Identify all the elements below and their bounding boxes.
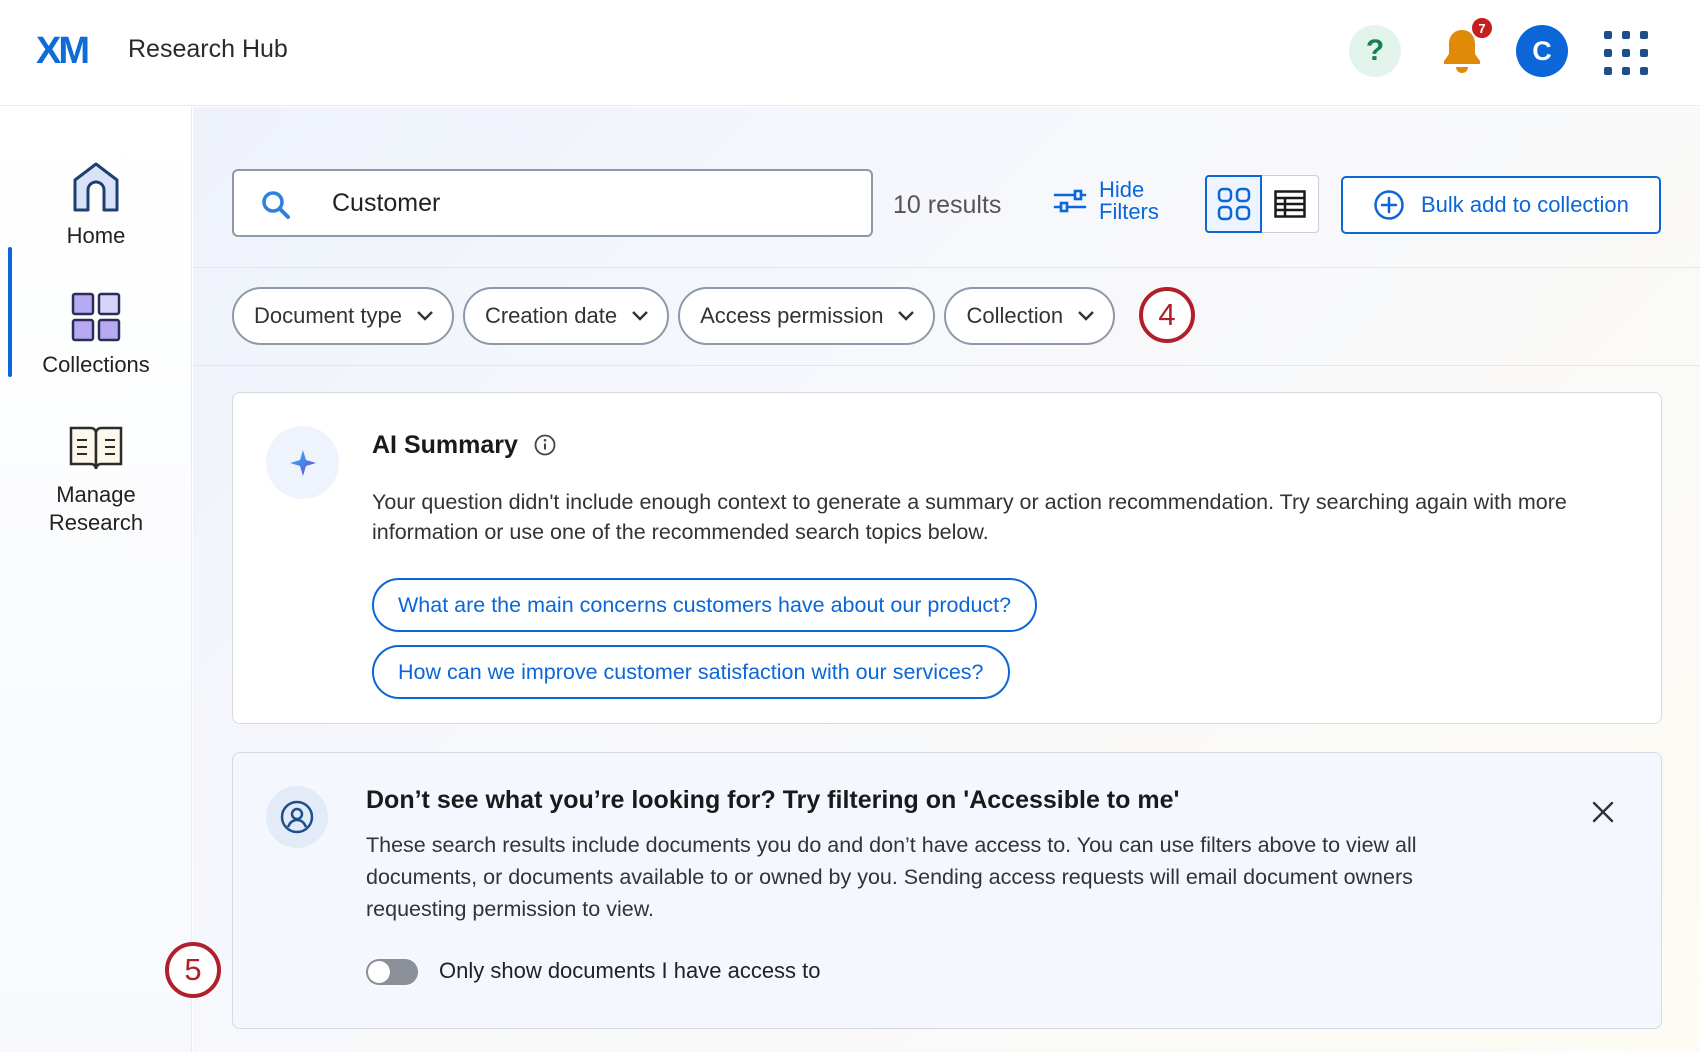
search-bar <box>232 169 873 237</box>
info-icon[interactable] <box>533 433 557 457</box>
search-input[interactable] <box>332 185 852 221</box>
toggle-knob <box>368 961 390 983</box>
filter-creation-date[interactable]: Creation date <box>462 287 670 345</box>
sidebar-item-label: Collections <box>42 352 150 377</box>
divider <box>193 267 1700 268</box>
chevron-down-icon <box>898 311 915 321</box>
avatar-initial: C <box>1532 35 1552 66</box>
bulk-add-label: Bulk add to collection <box>1421 192 1629 217</box>
access-only-toggle-label: Only show documents I have access to <box>439 958 821 983</box>
chevron-down-icon <box>417 311 433 321</box>
filter-collection[interactable]: Collection <box>944 287 1116 345</box>
main-content: 10 results Hide Filters <box>165 107 1700 1052</box>
sidebar-item-label: Home <box>66 223 126 248</box>
help-button[interactable]: ? <box>1349 25 1401 77</box>
user-badge <box>266 786 328 848</box>
plus-circle-icon <box>1374 190 1404 220</box>
table-view-icon <box>1274 190 1306 218</box>
avatar[interactable]: C <box>1516 25 1568 77</box>
ai-summary-text: Your question didn't include enough cont… <box>372 490 1567 544</box>
xm-logo[interactable]: XM <box>36 30 90 73</box>
hide-filters-label: Hide Filters <box>1099 177 1159 224</box>
access-notice-title: Don’t see what you’re looking for? Try f… <box>366 786 1180 814</box>
close-icon <box>1592 801 1614 823</box>
search-icon[interactable] <box>260 189 292 221</box>
sidebar-item-manage-research[interactable]: Manage Research <box>0 423 192 537</box>
bulk-add-to-collection-button[interactable]: Bulk add to collection <box>1341 176 1661 234</box>
chevron-down-icon <box>1078 311 1094 321</box>
ai-summary-title: AI Summary <box>372 431 518 459</box>
filter-document-type[interactable]: Document type <box>232 287 454 345</box>
sidebar-item-collections[interactable]: Collections <box>0 291 192 379</box>
app-title: Research Hub <box>128 35 288 63</box>
hide-filters-button[interactable]: Hide Filters <box>1053 179 1159 223</box>
top-header: XM Research Hub ? 7 C <box>0 0 1700 106</box>
grid-view-icon <box>1217 187 1250 221</box>
filter-sliders-icon <box>1053 189 1087 213</box>
sidebar: Home Collections Manage Research <box>0 107 192 1052</box>
book-icon <box>69 426 123 470</box>
table-view-button[interactable] <box>1262 175 1319 233</box>
app-launcher-icon[interactable] <box>1601 28 1651 78</box>
collections-icon <box>71 292 121 342</box>
grid-view-button[interactable] <box>1205 175 1262 233</box>
sparkle-badge <box>266 426 339 499</box>
filter-access-permission[interactable]: Access permission <box>678 287 936 345</box>
close-notice-button[interactable] <box>1588 797 1618 827</box>
user-circle-icon <box>280 800 314 834</box>
chevron-down-icon <box>632 311 648 321</box>
help-icon: ? <box>1365 34 1385 67</box>
suggested-search-2[interactable]: How can we improve customer satisfaction… <box>372 645 1010 699</box>
view-toggle <box>1205 175 1319 233</box>
filter-bar: Document type Creation date Access permi… <box>232 287 1116 345</box>
callout-marker-4: 4 <box>1139 287 1195 343</box>
divider <box>193 365 1700 366</box>
access-notice-text: These search results include documents y… <box>366 833 1417 921</box>
home-icon <box>73 162 119 212</box>
access-only-toggle[interactable] <box>366 959 418 985</box>
access-notice-card: Don’t see what you’re looking for? Try f… <box>165 752 1662 1029</box>
sparkle-icon <box>289 449 316 476</box>
results-count: 10 results <box>893 191 1002 219</box>
sidebar-item-label: Manage Research <box>48 482 144 535</box>
sidebar-item-home[interactable]: Home <box>0 160 192 250</box>
ai-summary-card: AI Summary Your question didn't include … <box>232 392 1662 724</box>
suggested-search-1[interactable]: What are the main concerns customers hav… <box>372 578 1038 632</box>
callout-marker-5: 5 <box>165 942 221 998</box>
notification-count-badge: 7 <box>1470 16 1494 40</box>
